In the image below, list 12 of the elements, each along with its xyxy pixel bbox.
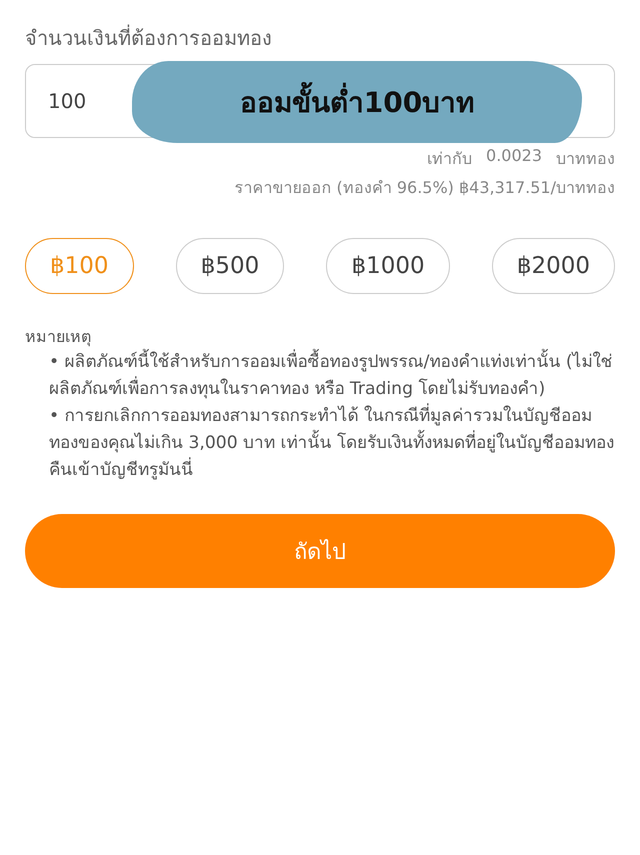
amount-chip[interactable]: ฿2000 [492,238,615,294]
field-label: จำนวนเงินที่ต้องการออมทอง [25,24,273,52]
weight-amount: 0.0023 [486,146,542,167]
annotation-tooltip: ออมขั้นต่ำ100บาท [132,61,582,143]
amount-chip[interactable]: ฿500 [176,238,284,294]
amount-chip[interactable]: ฿1000 [326,238,450,294]
equivalent-label: เท่ากับ [427,148,472,170]
note-paragraph: • การยกเลิกการออมทองสามารถกระทำได้ ในกรณีที่มูลค่ารวมในบัญชีออมทองของคุณไม่เกิน 3,000 บาท เท่านั้น โดยรับเงินทั้งหมดที่อยู่ในบัญชีออมทองคืนเข้าบัญชีทรูมันนี่ [25,403,615,484]
weight-unit: บาททอง [556,148,615,170]
sell-price-text: ราคาขายออก (ทองคำ 96.5%) ฿43,317.51/บาททอง [233,177,615,199]
notes-title: หมายเหตุ [25,326,92,348]
note-paragraph: • ผลิตภัณฑ์นี้ใช้สำหรับการออมเพื่อซื้อทองรูปพรรณ/ทองคำแท่งเท่านั้น (ไม่ใช่ผลิตภัณฑ์เพื่อการลงทุนในราคาทอง หรือ Trading โดยไม่รับทองคำ) [25,349,615,403]
